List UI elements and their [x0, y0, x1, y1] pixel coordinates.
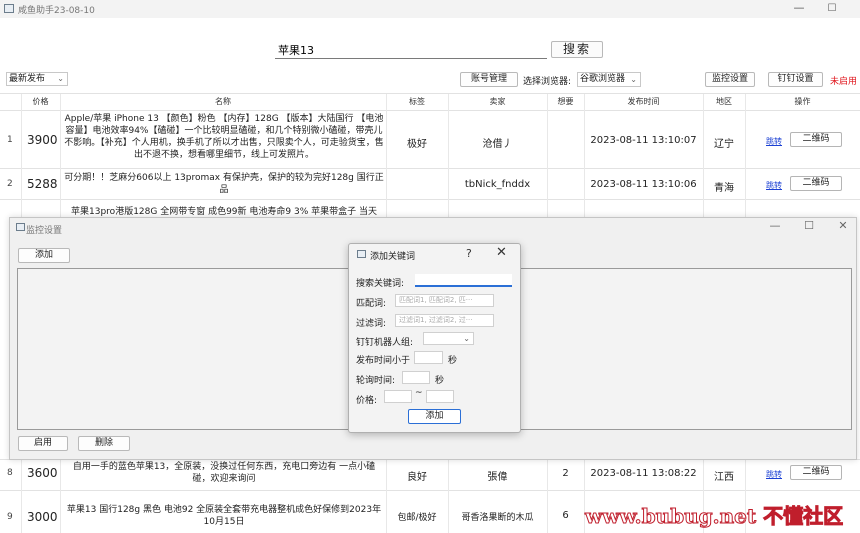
row-price: 3900	[27, 133, 58, 147]
row-time: 2023-08-11 13:10:06	[590, 179, 697, 190]
header-region[interactable]: 地区	[703, 94, 745, 110]
row-seller: 沧借丿	[482, 139, 513, 150]
row-jump-link[interactable]: 跳转	[766, 469, 782, 480]
close-icon[interactable]: ✕	[835, 219, 851, 232]
enable-button[interactable]: 启用	[18, 436, 68, 451]
browser-label: 选择浏览器:	[523, 77, 572, 87]
maximize-icon[interactable]: ☐	[822, 0, 842, 18]
keyword-label: 搜索关键词:	[356, 279, 405, 289]
table-header-border	[0, 110, 860, 111]
row-price: 3000	[27, 510, 58, 524]
row-tag: 极好	[407, 139, 427, 150]
keyword-input[interactable]	[415, 274, 512, 287]
add-keyword-button[interactable]: 添加	[18, 248, 70, 263]
keyword-dialog-title: 添加关键词	[370, 252, 416, 262]
row-tag: 良好	[407, 472, 427, 483]
row-tag: 包邮/极好	[397, 513, 437, 523]
app-icon	[4, 4, 14, 13]
row-number: 8	[7, 468, 13, 478]
row-time: 2023-08-11 13:08:22	[590, 468, 697, 479]
price-separator: ~	[415, 388, 423, 398]
search-button[interactable]: 搜索	[551, 41, 603, 58]
watermark-text: 不懂社区	[763, 504, 844, 529]
header-tag[interactable]: 标签	[386, 94, 448, 110]
maximize-icon[interactable]: ☐	[801, 219, 817, 232]
poll-time-input[interactable]	[402, 371, 430, 384]
help-icon[interactable]: ?	[466, 247, 472, 260]
monitor-settings-button[interactable]: 监控设置	[705, 72, 755, 87]
price-max-input[interactable]	[426, 390, 454, 403]
row-qr-button[interactable]: 二维码	[790, 132, 842, 147]
dingding-settings-button[interactable]: 钉钉设置	[768, 72, 823, 87]
row-number: 2	[7, 179, 13, 189]
row-seller: tbNick_fnddx	[464, 179, 531, 190]
window-icon	[16, 223, 25, 231]
window-title: 咸鱼助手23-08-10	[18, 6, 95, 16]
dingding-status: 未启用	[830, 77, 858, 87]
row-divider	[0, 199, 860, 200]
row-price: 3600	[27, 466, 58, 480]
browser-select[interactable]: 谷歌浏览器 ⌄	[577, 72, 641, 87]
row-time: 2023-08-11 13:10:07	[590, 135, 697, 146]
account-manage-button[interactable]: 账号管理	[460, 72, 518, 87]
row-region: 青海	[714, 183, 734, 194]
chevron-down-icon: ⌄	[630, 75, 637, 84]
header-price[interactable]: 价格	[21, 94, 60, 110]
window-icon	[357, 250, 366, 258]
seconds-label: 秒	[448, 356, 458, 366]
seconds-label: 秒	[435, 376, 445, 386]
row-qr-button[interactable]: 二维码	[790, 465, 842, 480]
row-title: Apple/苹果 iPhone 13 【颜色】粉色 【内存】128G 【版本】大…	[64, 114, 384, 160]
row-seller: 哥香洛果断的木瓜	[461, 513, 534, 523]
watermark: www.bubug.net 不懂社区	[584, 500, 844, 529]
close-icon[interactable]: ✕	[496, 245, 507, 260]
price-min-input[interactable]	[384, 390, 412, 403]
chevron-down-icon: ⌄	[463, 334, 470, 343]
row-title: 苹果13 国行128g 黑色 电池92 全原装全套带充电器整机成色好保修到202…	[66, 505, 382, 527]
sort-select-value: 最新发布	[9, 74, 46, 84]
row-want: 6	[562, 510, 569, 521]
title-bar	[0, 0, 860, 18]
minimize-icon[interactable]: —	[789, 0, 809, 18]
row-number: 1	[7, 135, 13, 145]
publish-time-label: 发布时间小于	[356, 356, 411, 366]
minimize-icon[interactable]: —	[767, 219, 783, 232]
monitor-dialog-title: 监控设置	[26, 226, 63, 236]
confirm-add-button[interactable]: 添加	[408, 409, 461, 424]
match-input[interactable]: 匹配词1, 匹配词2, 匹···	[395, 294, 494, 307]
sort-select[interactable]: 最新发布 ⌄	[6, 72, 68, 86]
header-actions: 操作	[794, 97, 811, 106]
row-region: 辽宁	[714, 139, 734, 150]
row-seller: 張偉	[487, 472, 508, 483]
price-label: 价格:	[356, 396, 378, 406]
chevron-down-icon: ⌄	[57, 74, 64, 83]
row-region: 江西	[714, 472, 734, 483]
row-title: 苹果13pro港版128G 全网带专窗 成色99新 电池寿命9 3% 苹果带盒子…	[71, 207, 377, 217]
row-want: 2	[562, 468, 569, 479]
row-price: 5288	[27, 177, 58, 191]
header-want[interactable]: 想要	[547, 94, 584, 110]
robot-group-label: 钉钉机器人组:	[356, 338, 414, 348]
watermark-url: www.bubug.net	[584, 504, 757, 529]
row-divider	[0, 490, 860, 491]
row-jump-link[interactable]: 跳转	[766, 136, 782, 147]
header-title[interactable]: 名称	[60, 94, 386, 110]
row-title: 自用一手的蓝色苹果13，全原装，没换过任何东西，充电口旁边有 一点小磕碰，欢迎来…	[72, 462, 376, 484]
poll-time-label: 轮询时间:	[356, 376, 396, 386]
search-input[interactable]	[275, 42, 547, 59]
row-jump-link[interactable]: 跳转	[766, 180, 782, 191]
row-number: 9	[7, 512, 13, 522]
robot-group-select[interactable]: ⌄	[423, 332, 474, 345]
row-divider	[0, 168, 860, 169]
row-qr-button[interactable]: 二维码	[790, 176, 842, 191]
header-time[interactable]: 发布时间	[584, 94, 703, 110]
row-title: 可分期！！芝麻分606以上 13promax 有保护壳，保护的较为完好128g …	[64, 173, 384, 195]
filter-label: 过滤词:	[356, 319, 387, 329]
header-seller[interactable]: 卖家	[448, 94, 547, 110]
filter-input[interactable]: 过滤词1, 过滤词2, 过···	[395, 314, 494, 327]
delete-button[interactable]: 删除	[78, 436, 130, 451]
browser-select-value: 谷歌浏览器	[580, 74, 626, 84]
match-label: 匹配词:	[356, 299, 387, 309]
publish-time-input[interactable]	[414, 351, 443, 364]
